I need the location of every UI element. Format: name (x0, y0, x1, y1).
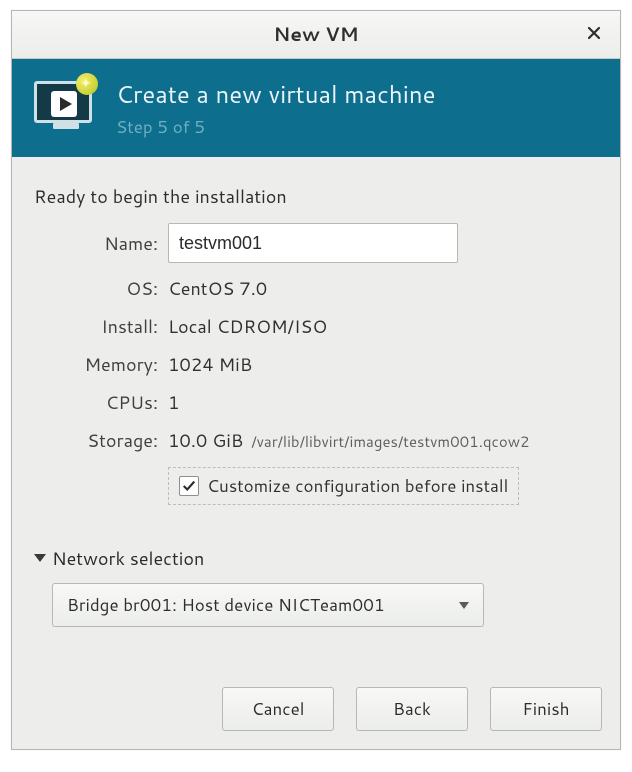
cpus-label: CPUs: (36, 389, 158, 415)
wizard-step: Step 5 of 5 (116, 115, 436, 139)
os-label: OS: (36, 275, 158, 301)
network-expander[interactable]: Network selection (34, 545, 598, 571)
new-star-icon (76, 73, 98, 95)
install-label: Install: (36, 313, 158, 339)
storage-value: 10.0 GiB (168, 427, 243, 453)
window-title: New VM (273, 21, 358, 48)
wizard-banner: Create a new virtual machine Step 5 of 5 (12, 59, 620, 157)
new-vm-dialog: New VM Create a new virtual machine Step… (11, 10, 621, 750)
install-value: Local CDROM/ISO (168, 313, 598, 339)
close-icon[interactable] (580, 19, 608, 47)
cancel-button[interactable]: Cancel (222, 687, 334, 731)
button-bar: Cancel Back Finish (12, 675, 620, 749)
customize-label: Customize configuration before install (207, 474, 508, 498)
network-selected: Bridge br001: Host device NICTeam001 (67, 593, 385, 617)
name-label: Name: (36, 230, 158, 256)
name-input[interactable] (168, 223, 458, 263)
summary-grid: Name: OS: CentOS 7.0 Install: Local CDRO… (36, 223, 598, 505)
os-value: CentOS 7.0 (168, 275, 598, 301)
memory-value: 1024 MiB (168, 351, 598, 377)
finish-button[interactable]: Finish (490, 687, 602, 731)
chevron-down-icon (459, 602, 469, 609)
titlebar: New VM (12, 11, 620, 59)
cpus-value: 1 (168, 389, 598, 415)
storage-path: /var/lib/libvirt/images/testvm001.qcow2 (251, 431, 529, 452)
memory-label: Memory: (36, 351, 158, 377)
network-dropdown[interactable]: Bridge br001: Host device NICTeam001 (52, 583, 484, 627)
customize-checkbox[interactable] (179, 476, 199, 496)
chevron-down-icon (34, 554, 46, 562)
content-area: Ready to begin the installation Name: OS… (12, 157, 620, 675)
storage-label: Storage: (36, 427, 158, 453)
network-section-label: Network selection (52, 545, 204, 571)
wizard-heading: Create a new virtual machine (116, 77, 436, 111)
lead-text: Ready to begin the installation (34, 183, 598, 209)
back-button[interactable]: Back (356, 687, 468, 731)
vm-monitor-icon (34, 81, 98, 135)
customize-row: Customize configuration before install (168, 467, 519, 505)
